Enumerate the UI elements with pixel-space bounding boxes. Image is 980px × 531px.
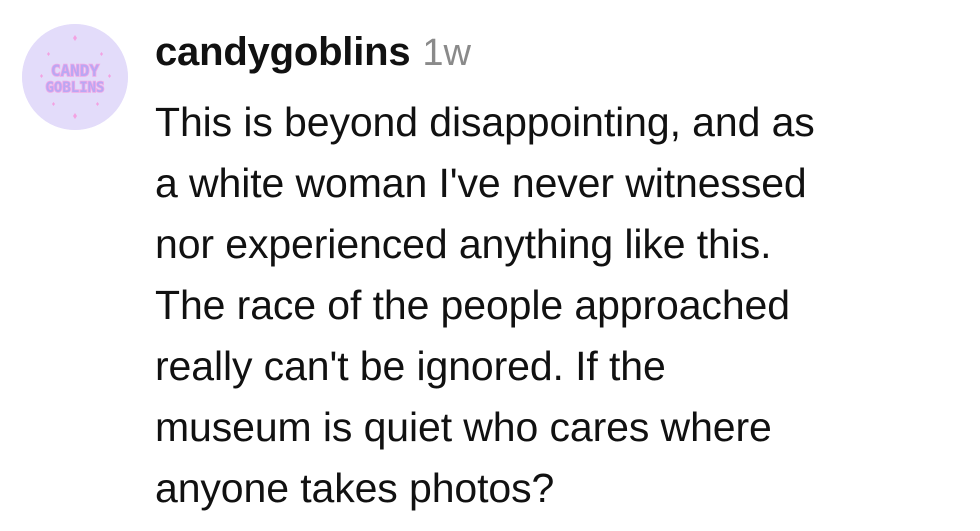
comment-text-line: This is beyond disappointing, and as [155, 99, 815, 145]
comment-text-line: a white woman I've never witnessed [155, 160, 807, 206]
comment-text: This is beyond disappointing, and as a w… [155, 92, 955, 519]
comment-text-line: museum is quiet who cares where [155, 404, 772, 450]
comment: CANDY GOBLINS candygoblins 1w This is be… [0, 0, 980, 531]
avatar[interactable]: CANDY GOBLINS [22, 24, 128, 130]
comment-text-line: really can't be ignored. If the [155, 343, 666, 389]
username-link[interactable]: candygoblins [155, 30, 411, 75]
comment-text-line: nor experienced anything like this. [155, 221, 772, 267]
logo-text-line: CANDY [51, 61, 100, 80]
comment-header: candygoblins 1w [155, 30, 471, 86]
logo-text-line: GOBLINS [45, 80, 104, 96]
comment-text-line: The race of the people approached [155, 282, 790, 328]
comment-text-line: anyone takes photos? [155, 465, 555, 511]
candy-goblins-logo-icon: CANDY GOBLINS [22, 24, 128, 130]
timestamp: 1w [422, 32, 471, 74]
